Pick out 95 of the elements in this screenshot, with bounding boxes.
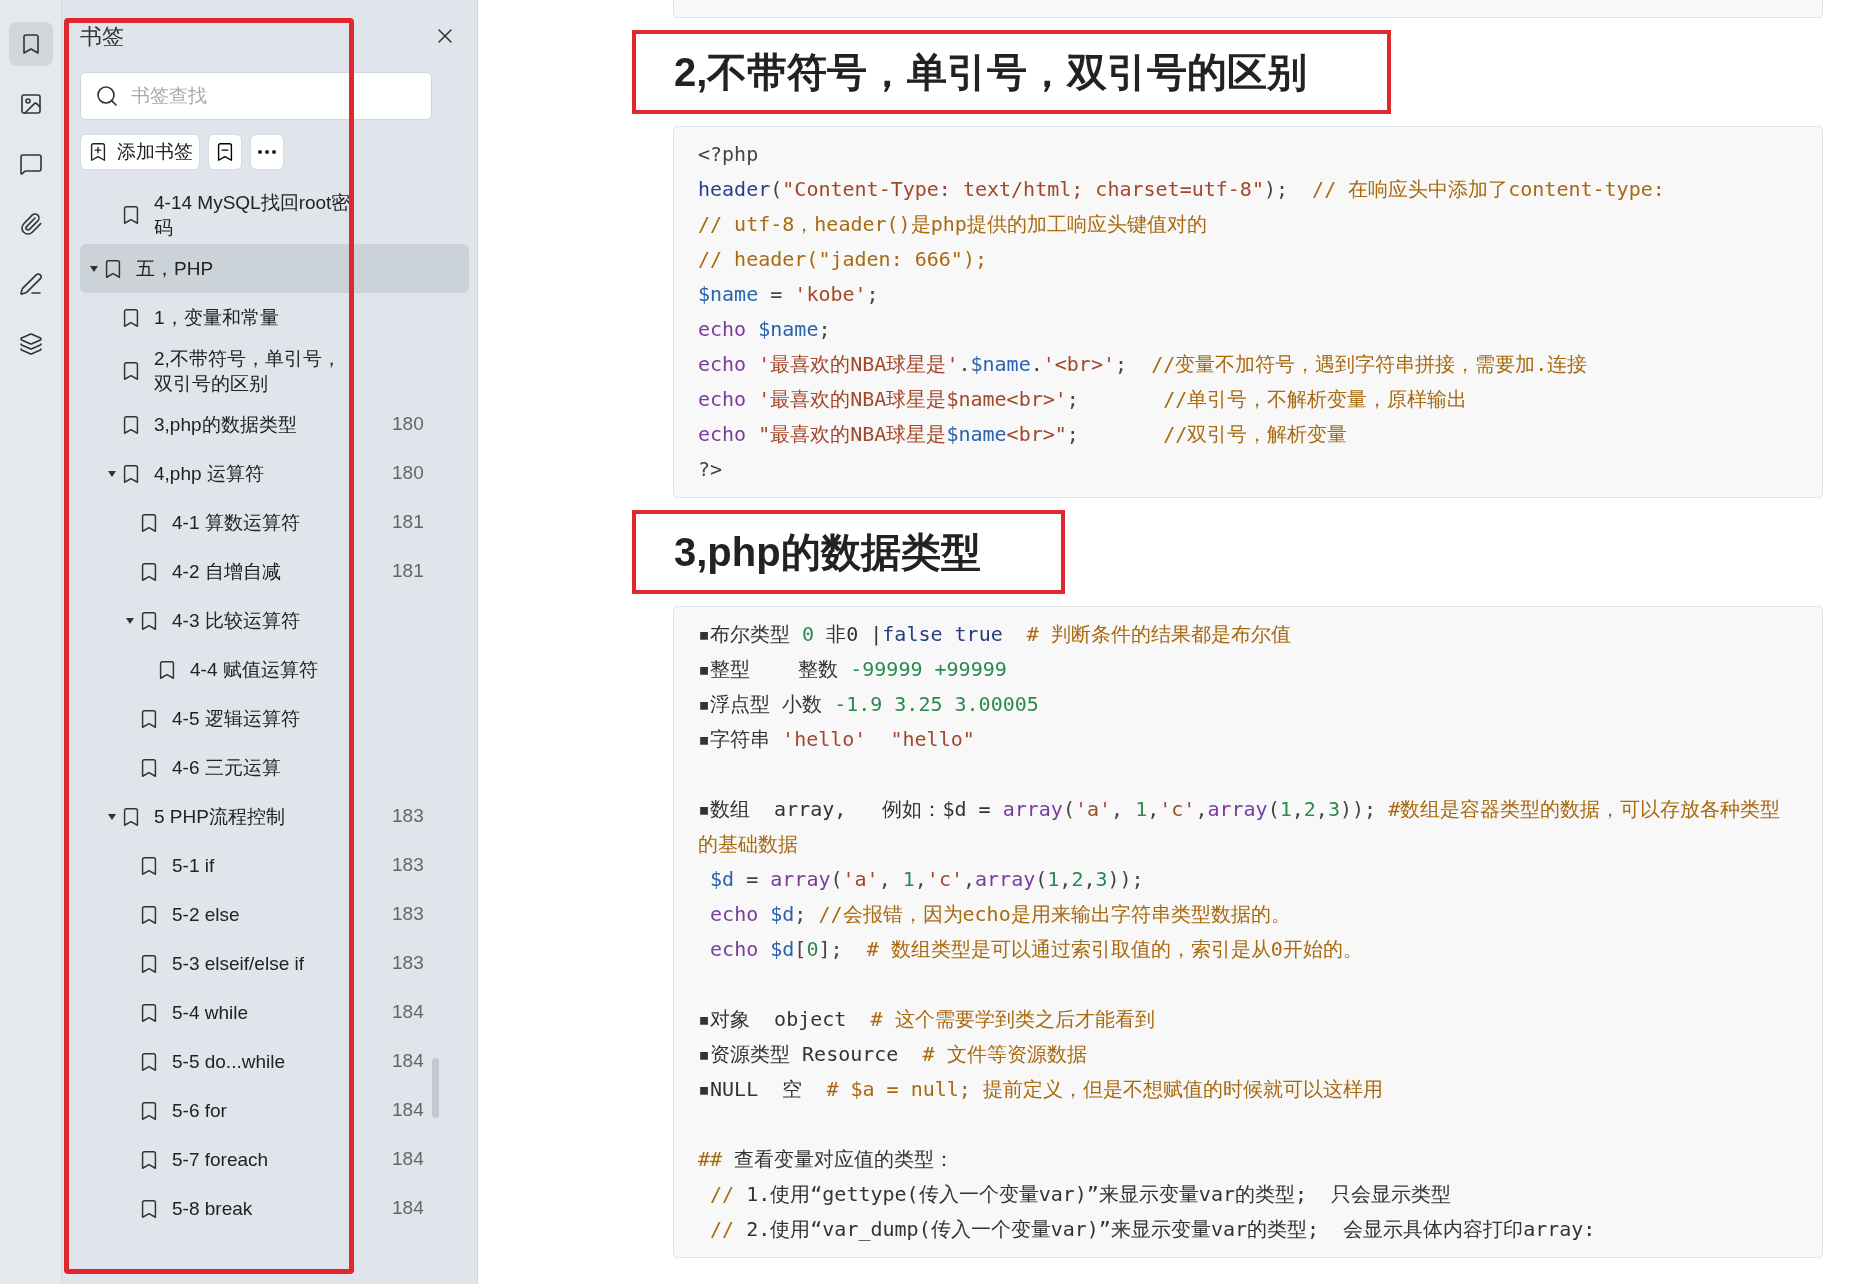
code-line: echo '最喜欢的NBA球星是'.$name.'<br>'; //变量不加符号，遇到字符串拼接，需要加.连接	[698, 351, 1589, 378]
bookmark-label: 5-3 elseif/else if	[172, 952, 304, 976]
caret-icon[interactable]	[89, 263, 99, 274]
code-line: ▪对象 object # 这个需要学到类之后才能看到	[698, 1006, 1156, 1033]
panel-title: 书签	[80, 22, 124, 51]
page-number: 184	[392, 1000, 424, 1025]
code-line: echo $d[0]; # 数组类型是可以通过索引取值的，索引是从0开始的。	[709, 936, 1364, 963]
code-line: header("Content-Type: text/html; charset=utf-8"); // 在响应头中添加了content-type:	[698, 176, 1666, 203]
code-line: ▪字符串 'hello' "hello"	[698, 726, 976, 753]
page-number: 180	[392, 412, 424, 437]
code-line: echo $name;	[698, 316, 832, 343]
bookmark-item[interactable]: 5 PHP流程控制 183	[80, 792, 469, 841]
code-line: ▪数组 array, 例如：$d = array('a', 1,'c',array(1,2,3)); #数组是容器类型的数据，可以存放各种类型的基础数据	[698, 796, 1782, 858]
bookmark-item[interactable]: 4-2 自增自减 181	[80, 547, 469, 596]
caret-icon[interactable]	[107, 468, 117, 479]
section-heading: 2,不带符号，单引号，双引号的区别	[632, 30, 1392, 114]
bookmark-label: 5-2 else	[172, 903, 240, 927]
bookmark-label: 5-8 break	[172, 1197, 253, 1221]
page-number: 181	[392, 510, 424, 535]
bookmark-item[interactable]: 4-6 三元运算	[80, 743, 469, 792]
code-line: ▪整型 整数 -99999 +99999	[698, 656, 1008, 683]
code-line: // header("jaden: 666");	[698, 246, 988, 273]
bookmark-item[interactable]: 1，变量和常量	[80, 293, 469, 342]
code-line: ▪布尔类型 0 非0 |false true # 判断条件的结果都是布尔值	[698, 621, 1292, 648]
bookmark-item[interactable]: 4,php 运算符 180	[80, 449, 469, 498]
code-line: <?php	[698, 141, 760, 168]
code-line: ▪NULL 空 # $a = null; 提前定义，但是不想赋值的时候就可以这样用	[698, 1076, 1384, 1103]
bookmark-label: 5-5 do...while	[172, 1050, 285, 1074]
bookmark-label: 5-4 while	[172, 1001, 249, 1025]
bookmark-item[interactable]: 4-5 逻辑运算符	[80, 694, 469, 743]
bookmark-item[interactable]: 4-1 算数运算符 181	[80, 498, 469, 547]
search-field[interactable]: 书签查找	[80, 72, 432, 120]
code-line: echo '最喜欢的NBA球星是$name<br>'; //单引号，不解析变量，原样输出	[698, 386, 1469, 413]
bookmark-label: 5-7 foreach	[172, 1148, 269, 1172]
search-input[interactable]: 书签查找	[131, 76, 391, 116]
bookmark-item[interactable]: 5-6 for 184	[80, 1086, 469, 1135]
bookmark-item[interactable]: 2,不带符号，单引号，双引号的区别	[80, 342, 469, 400]
bookmark-item[interactable]: 5-4 while 184	[80, 988, 469, 1037]
scrollbar-thumb[interactable]	[432, 1058, 439, 1118]
bookmark-item[interactable]: 5-7 foreach 184	[80, 1135, 469, 1184]
code-line: // 2.使用“var_dump(传入一个变量var)”来显示变量var的类型; 会显示具体内容打印array:	[709, 1216, 1597, 1243]
bookmark-label: 1，变量和常量	[154, 306, 279, 330]
code-line: $d = array('a', 1,'c',array(1,2,3));	[709, 866, 1145, 893]
code-line: // 1.使用“gettype(传入一个变量var)”来显示变量var的类型; 只会显示类型	[709, 1181, 1453, 1208]
bookmark-label: 4-14 MySQL找回root密码	[154, 191, 352, 240]
code-line: ?>	[698, 456, 724, 483]
more-button[interactable]	[250, 134, 284, 170]
bookmark-icon[interactable]	[8, 22, 53, 66]
bookmark-item[interactable]: 5-1 if 183	[80, 841, 469, 890]
bookmark-label: 4,php 运算符	[154, 462, 264, 486]
bookmark-item[interactable]: 5-8 break 184	[80, 1184, 469, 1233]
bookmark-item[interactable]: 4-3 比较运算符	[80, 596, 469, 645]
bookmark-item[interactable]: 五，PHP	[80, 244, 469, 293]
page-number: 183	[392, 804, 424, 829]
bookmark-label: 3,php的数据类型	[154, 413, 297, 437]
bookmark-label: 4-2 自增自减	[172, 560, 281, 584]
search-icon	[95, 84, 119, 108]
bookmark-item[interactable]: 3,php的数据类型 180	[80, 400, 469, 449]
page-number: 184	[392, 1049, 424, 1074]
page-number: 184	[392, 1147, 424, 1172]
remove-bookmark-button[interactable]	[208, 134, 242, 170]
bookmark-label: 4-6 三元运算	[172, 756, 281, 780]
bookmark-label: 4-3 比较运算符	[172, 609, 300, 633]
add-bookmark-button[interactable]: 添加书签	[80, 134, 200, 170]
bookmark-label: 2,不带符号，单引号，双引号的区别	[154, 347, 342, 396]
bookmark-label: 五，PHP	[136, 257, 214, 281]
bookmark-label: 5-6 for	[172, 1099, 227, 1123]
caret-icon[interactable]	[125, 615, 135, 626]
bookmark-label: 4-4 赋值运算符	[190, 658, 318, 682]
code-line: echo "最喜欢的NBA球星是$name<br>"; //双引号，解析变量	[698, 421, 1349, 448]
bookmark-label: 5-1 if	[172, 854, 215, 878]
bookmark-item[interactable]: 5-2 else 183	[80, 890, 469, 939]
bookmark-item[interactable]: 4-14 MySQL找回root密码	[80, 186, 469, 244]
bookmark-label: 4-5 逻辑运算符	[172, 707, 300, 731]
page-number: 181	[392, 559, 424, 584]
code-line: ▪浮点型 小数 -1.9 3.25 3.00005	[698, 691, 1040, 718]
page-number: 184	[392, 1098, 424, 1123]
section-heading: 3,php的数据类型	[632, 510, 1065, 594]
code-line: ▪资源类型 Resource # 文件等资源数据	[698, 1041, 1088, 1068]
page-number: 183	[392, 902, 424, 927]
page-number: 184	[392, 1196, 424, 1221]
bookmark-label: 5 PHP流程控制	[154, 805, 285, 829]
bookmark-item[interactable]: 5-3 elseif/else if 183	[80, 939, 469, 988]
bookmark-item[interactable]: 4-4 赋值运算符	[80, 645, 469, 694]
page-number: 183	[392, 853, 424, 878]
code-line: $name = 'kobe';	[698, 281, 880, 308]
code-line: ## 查看变量对应值的类型：	[698, 1146, 956, 1173]
page-number: 183	[392, 951, 424, 976]
code-line: // utf-8，header()是php提供的加工响应头键值对的	[698, 211, 1208, 238]
page-number: 180	[392, 461, 424, 486]
bookmark-label: 4-1 算数运算符	[172, 511, 300, 535]
more-icon	[258, 150, 276, 154]
code-line: echo $d; //会报错，因为echo是用来输出字符串类型数据的。	[709, 901, 1292, 928]
bookmark-item[interactable]: 5-5 do...while 184	[80, 1037, 469, 1086]
caret-icon[interactable]	[107, 811, 117, 822]
